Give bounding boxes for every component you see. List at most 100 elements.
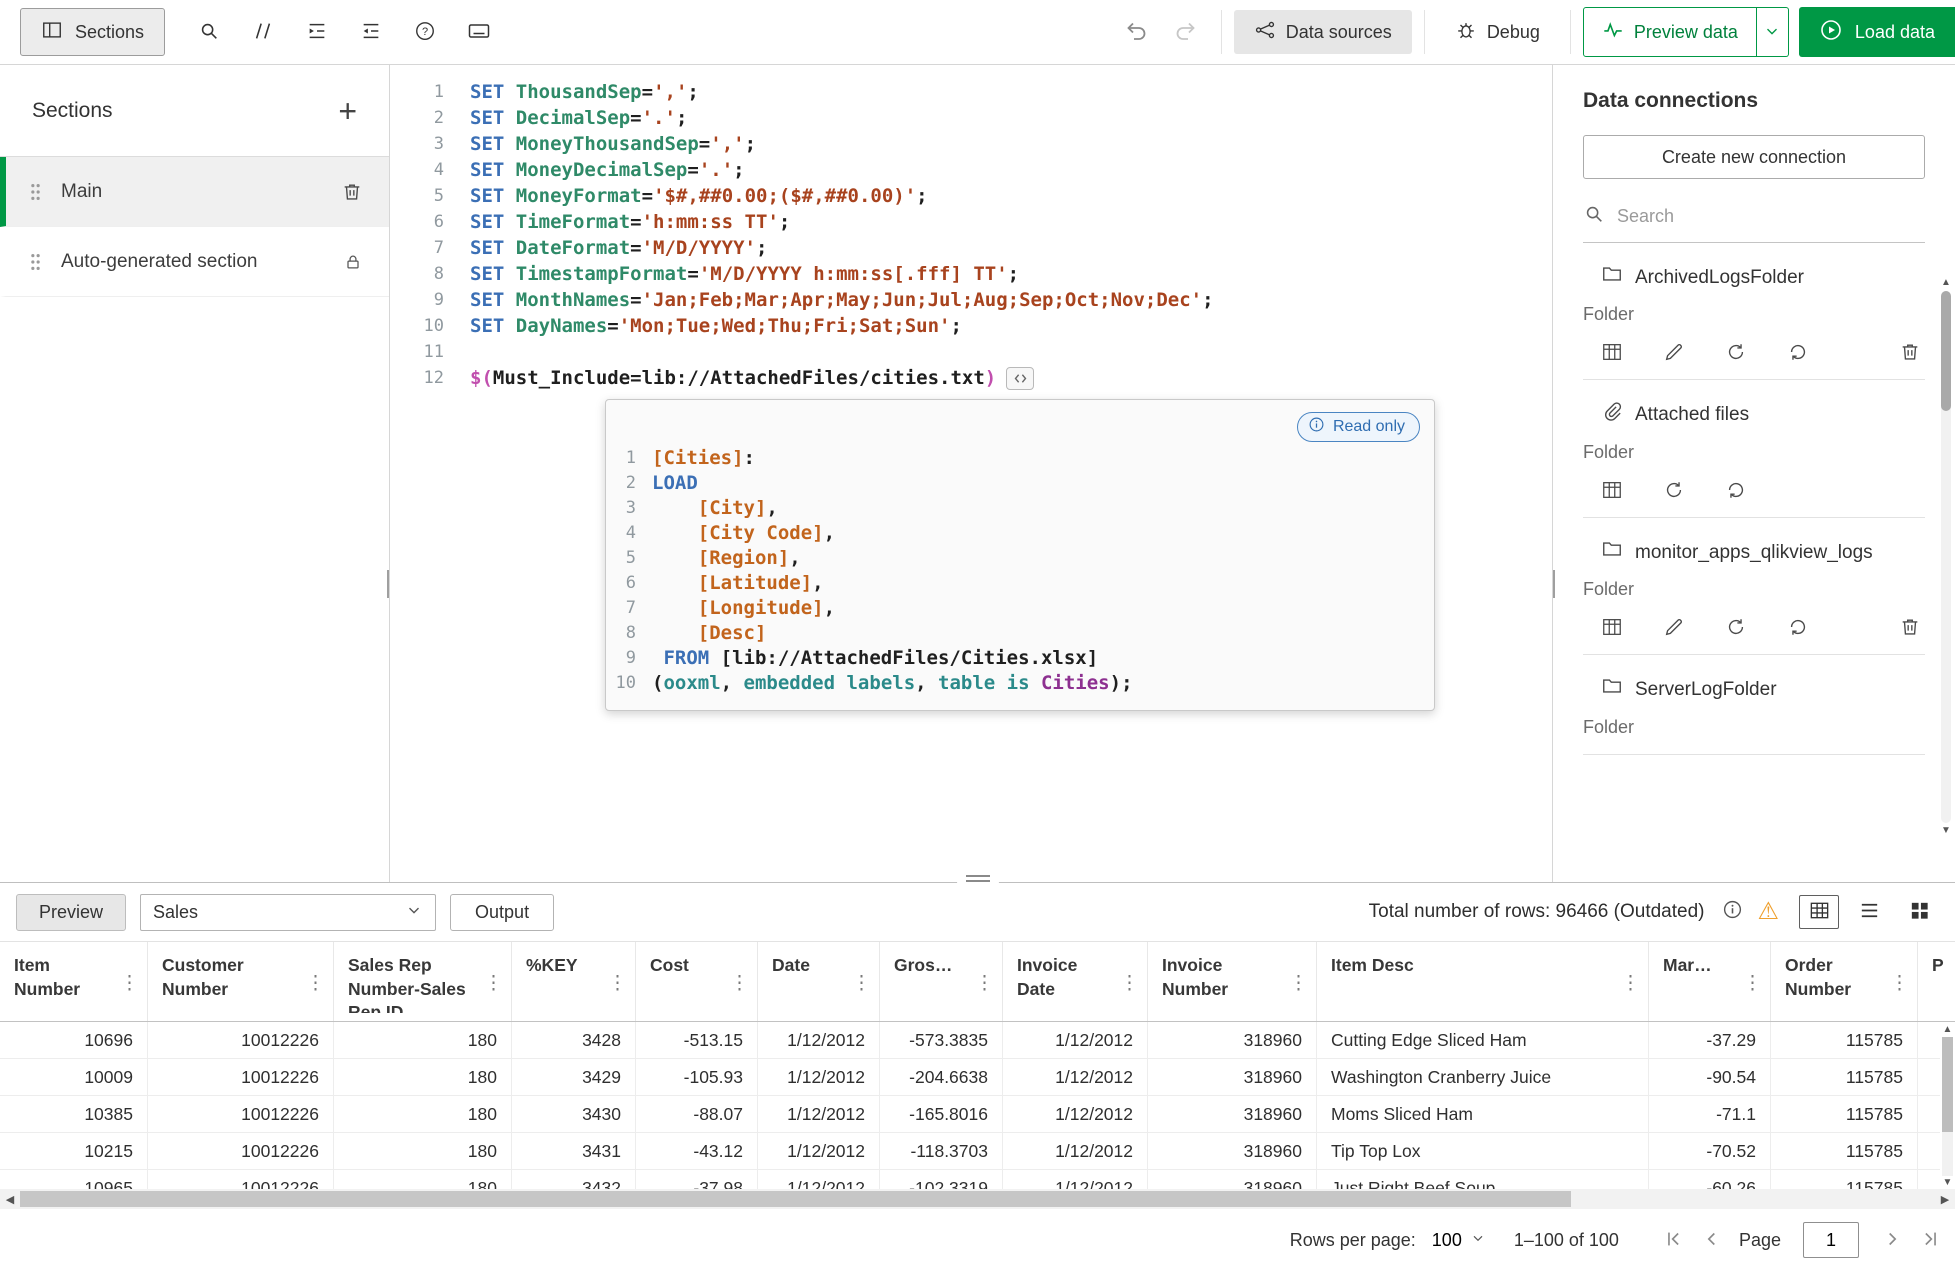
sidebar-item-auto-generated-section[interactable]: Auto-generated section (0, 227, 389, 297)
first-page-button[interactable] (1663, 1228, 1685, 1253)
preview-data-dropdown-button[interactable] (1756, 7, 1789, 57)
column-menu-icon[interactable]: ⋮ (1120, 972, 1139, 995)
card-view-icon (1908, 899, 1931, 925)
scroll-up-icon[interactable]: ▲ (1941, 277, 1951, 289)
data-sources-button[interactable]: Data sources (1233, 10, 1412, 54)
column-menu-icon[interactable]: ⋮ (484, 972, 503, 995)
preview-tab-button[interactable]: Preview (16, 893, 127, 931)
scrollbar-thumb[interactable] (1942, 1037, 1953, 1132)
column-menu-icon[interactable]: ⋮ (1289, 972, 1308, 995)
load-data-button[interactable]: Load data (1798, 7, 1955, 57)
scrollbar-thumb[interactable] (20, 1191, 1572, 1207)
shortcuts-button[interactable] (455, 8, 503, 56)
table-cell: 10012226 (148, 1059, 334, 1096)
sync-icon[interactable] (1663, 479, 1685, 501)
table-view-button[interactable] (1799, 895, 1839, 929)
scroll-right-icon[interactable]: ▶ (1935, 1193, 1955, 1206)
table-horizontal-scrollbar[interactable]: ◀ ▶ (0, 1189, 1955, 1209)
connections-scrollbar[interactable]: ▲ ▼ (1940, 277, 1952, 837)
column-menu-icon[interactable]: ⋮ (1890, 972, 1909, 995)
table-cell: 10012226 (148, 1022, 334, 1059)
table-select[interactable]: Sales (140, 893, 437, 931)
line-number: 3 (433, 134, 444, 154)
trash-icon[interactable] (341, 181, 363, 203)
connection-name: ArchivedLogsFolder (1635, 267, 1804, 288)
preview-data-icon (1602, 19, 1624, 46)
info-icon[interactable] (1722, 899, 1743, 925)
preview-data-button[interactable]: Preview data (1582, 7, 1757, 57)
card-view-button[interactable] (1899, 895, 1939, 929)
scroll-down-icon[interactable]: ▼ (1943, 1177, 1953, 1189)
comment-button[interactable] (239, 8, 287, 56)
rows-per-page-select[interactable]: 100 (1432, 1230, 1486, 1251)
list-view-button[interactable] (1849, 895, 1889, 929)
column-menu-icon[interactable]: ⋮ (608, 972, 627, 995)
rows-per-page-label: Rows per page: (1289, 1229, 1416, 1250)
column-menu-icon[interactable]: ⋮ (730, 972, 749, 995)
scrollbar-thumb[interactable] (1941, 291, 1951, 411)
reload-icon[interactable] (1787, 616, 1809, 638)
column-menu-icon[interactable]: ⋮ (852, 972, 871, 995)
outdent-button[interactable] (347, 8, 395, 56)
table-vertical-scrollbar[interactable]: ▲ ▼ (1940, 1024, 1955, 1189)
help-button[interactable]: ? (401, 8, 449, 56)
reload-icon[interactable] (1725, 479, 1747, 501)
script-code[interactable]: 1 SET ThousandSep=','; 2 SET DecimalSep='.'… (390, 79, 1552, 391)
connection-item-archivedlogsfolder[interactable]: ArchivedLogsFolder Folder (1583, 243, 1925, 381)
create-connection-button[interactable]: Create new connection (1583, 135, 1925, 179)
select-data-icon[interactable] (1601, 616, 1623, 638)
warning-icon[interactable]: ⚠ (1757, 900, 1779, 924)
delete-icon[interactable] (1899, 341, 1921, 363)
table-cell: 1/12/2012 (758, 1096, 880, 1133)
column-menu-icon[interactable]: ⋮ (975, 972, 994, 995)
sync-icon[interactable] (1725, 341, 1747, 363)
code-line: 5 [Region], (606, 546, 1434, 571)
script-editor[interactable]: 1 SET ThousandSep=','; 2 SET DecimalSep='.'… (390, 65, 1552, 882)
panel-resize-handle[interactable] (956, 872, 999, 885)
previous-page-button[interactable] (1701, 1228, 1723, 1253)
column-menu-icon[interactable]: ⋮ (120, 972, 139, 995)
table-cell: 10012226 (148, 1096, 334, 1133)
column-header-label: Mar… (1663, 955, 1712, 975)
page-number-input[interactable] (1803, 1222, 1859, 1258)
sidebar-item-main[interactable]: Main (0, 157, 389, 227)
delete-icon[interactable] (1899, 616, 1921, 638)
search-button[interactable] (185, 8, 233, 56)
redo-button[interactable] (1161, 8, 1209, 56)
expand-include-button[interactable] (1006, 367, 1035, 390)
column-menu-icon[interactable]: ⋮ (1743, 972, 1762, 995)
scroll-up-icon[interactable]: ▲ (1943, 1024, 1953, 1036)
connection-item-attached-files[interactable]: Attached files Folder (1583, 380, 1925, 518)
column-header-item-desc: Item Desc ⋮ (1317, 942, 1649, 1021)
drag-handle-icon[interactable] (30, 253, 41, 271)
column-menu-icon[interactable]: ⋮ (306, 972, 325, 995)
select-data-icon[interactable] (1601, 341, 1623, 363)
scroll-left-icon[interactable]: ◀ (0, 1193, 20, 1206)
select-data-icon[interactable] (1601, 479, 1623, 501)
connection-item-serverlogfolder[interactable]: ServerLogFolder Folder (1583, 655, 1925, 755)
lock-icon[interactable] (343, 252, 363, 272)
drag-handle-icon[interactable] (30, 183, 41, 201)
table-select-value: Sales (153, 901, 199, 922)
edit-icon[interactable] (1663, 341, 1685, 363)
debug-button[interactable]: Debug (1437, 10, 1558, 54)
column-menu-icon[interactable]: ⋮ (1950, 972, 1955, 995)
reload-icon[interactable] (1787, 341, 1809, 363)
sections-toggle-button[interactable]: Sections (20, 8, 166, 56)
column-header-label: Invoice Number (1162, 955, 1229, 999)
connections-resize-handle[interactable] (1553, 570, 1556, 598)
connection-item-monitor-apps-qlikview-logs[interactable]: monitor_apps_qlikview_logs Folder (1583, 518, 1925, 656)
edit-icon[interactable] (1663, 616, 1685, 638)
connections-search-input[interactable] (1617, 206, 1925, 227)
scroll-down-icon[interactable]: ▼ (1941, 825, 1951, 837)
sync-icon[interactable] (1725, 616, 1747, 638)
table-cell: 10012226 (148, 1170, 334, 1189)
next-page-button[interactable] (1881, 1228, 1903, 1253)
output-tab-button[interactable]: Output (450, 893, 555, 931)
last-page-button[interactable] (1919, 1228, 1941, 1253)
table-cell: 1/12/2012 (1003, 1133, 1148, 1170)
indent-button[interactable] (293, 8, 341, 56)
column-menu-icon[interactable]: ⋮ (1621, 972, 1640, 995)
add-section-button[interactable]: + (338, 95, 357, 127)
undo-button[interactable] (1113, 8, 1161, 56)
